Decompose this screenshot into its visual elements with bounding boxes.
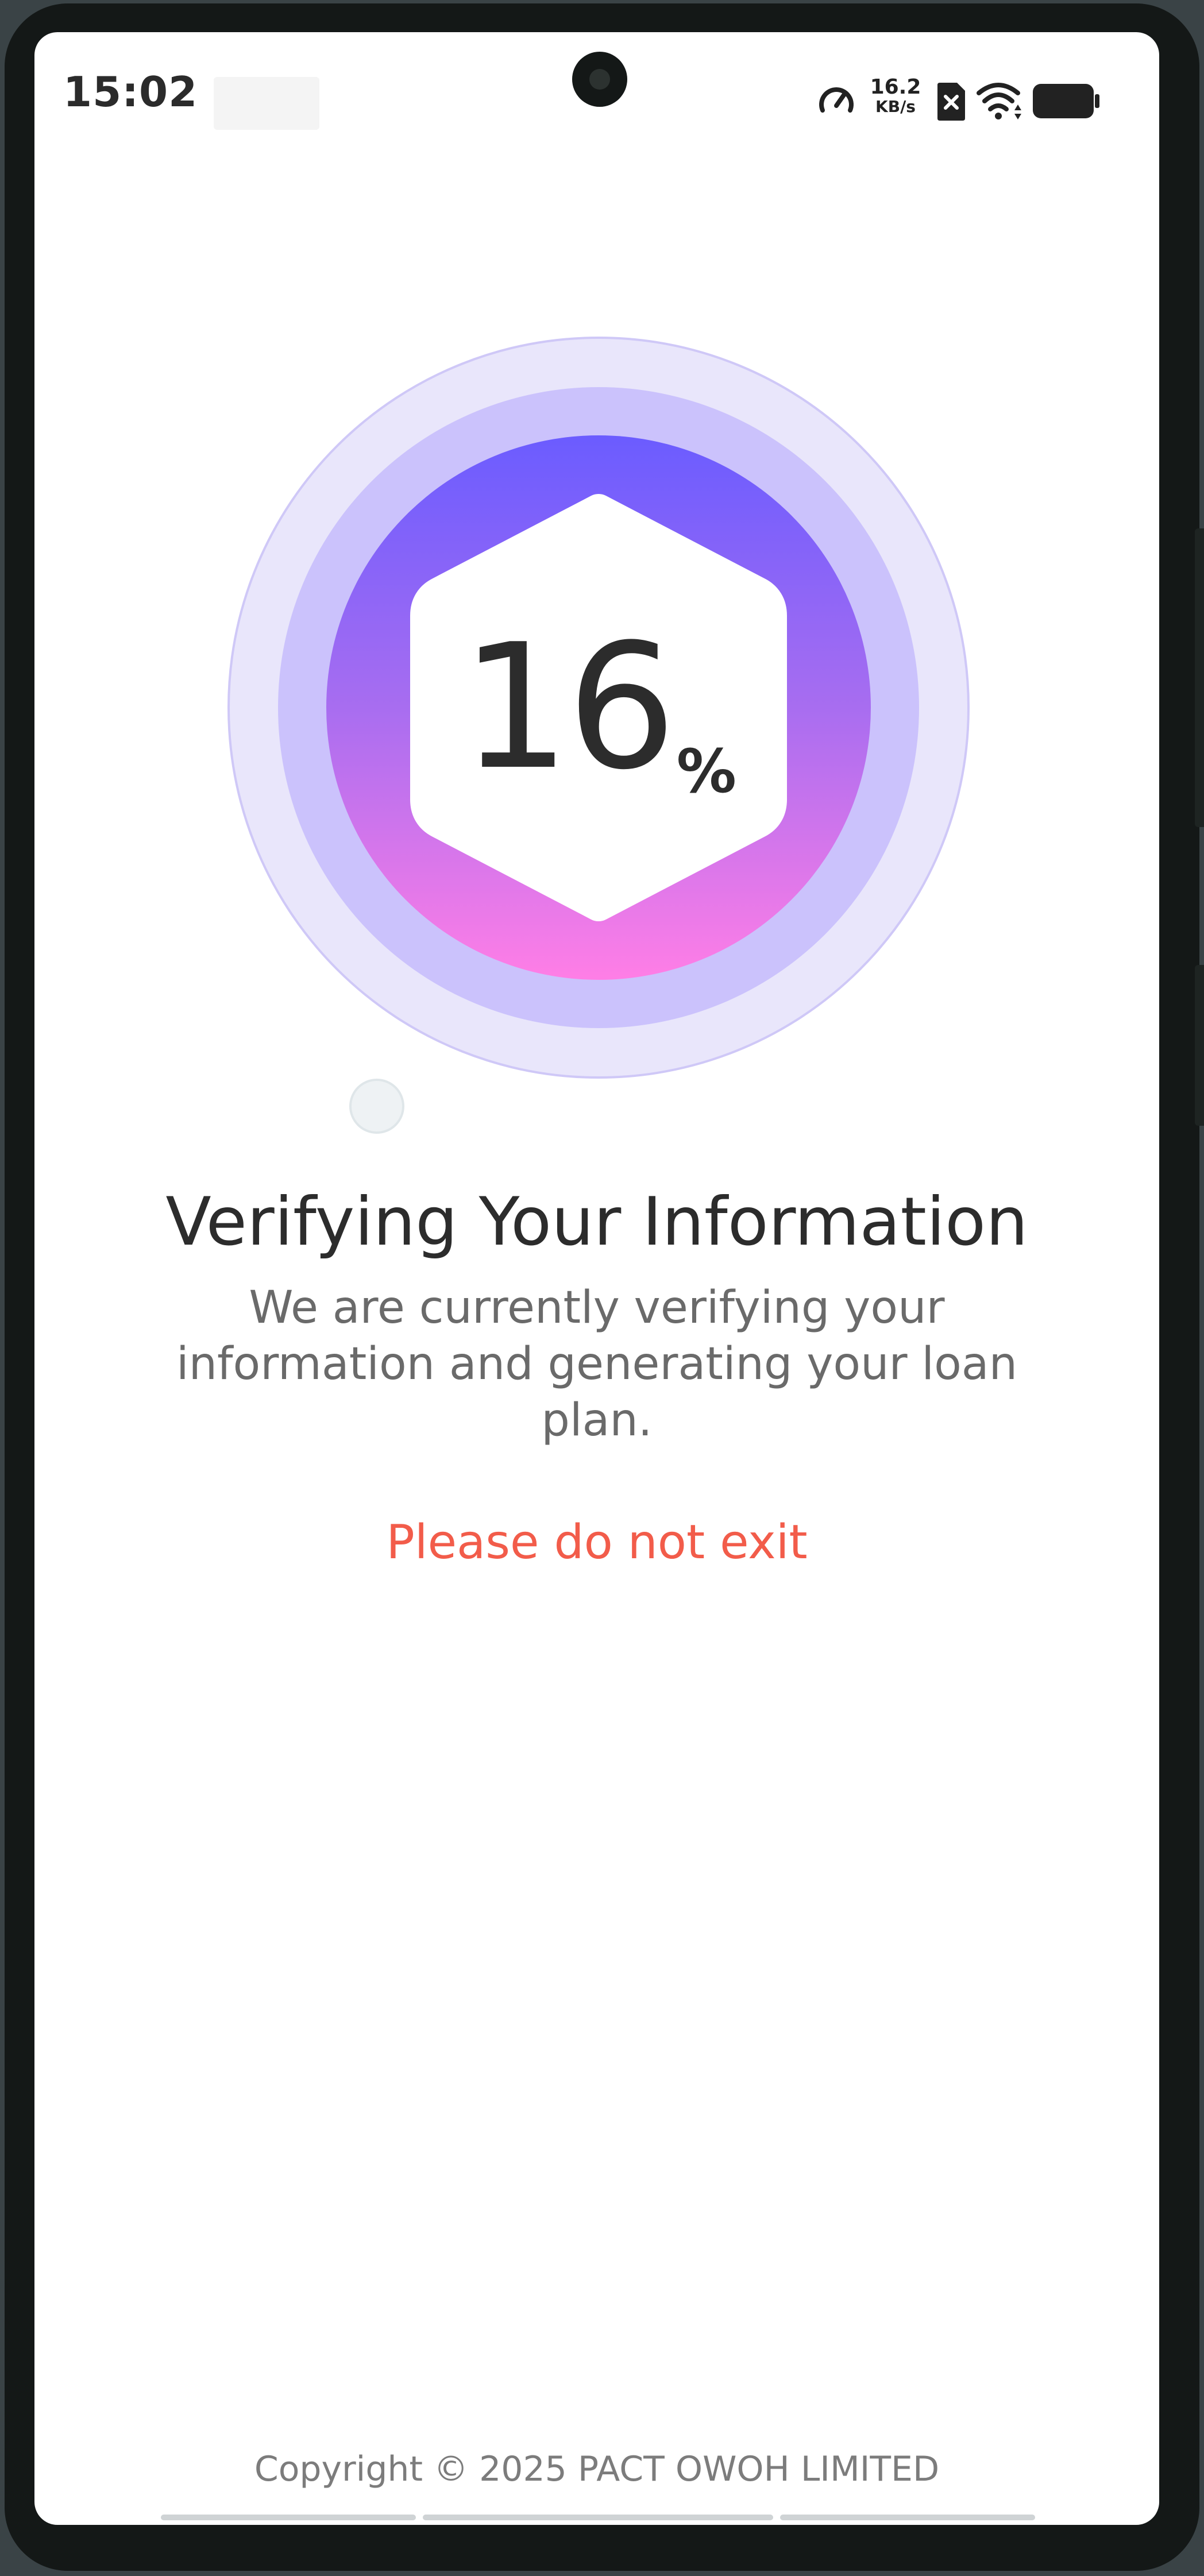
battery-icon [1033, 84, 1099, 118]
wifi-icon [977, 83, 1021, 119]
do-not-exit-warning: Please do not exit [386, 1515, 808, 1570]
progress-unit: % [676, 736, 736, 806]
progress-value: 16 [461, 607, 677, 808]
status-notification-area [214, 77, 319, 130]
verification-progress: 16 % [226, 335, 971, 1080]
copyright-notice: Copyright © 2025 PACT OWOH LIMITED [254, 2449, 940, 2489]
network-speed-unit: KB/s [875, 97, 916, 116]
progress-percentage: 16 % [226, 335, 971, 1080]
network-speed-value: 16.2 [870, 75, 921, 99]
page-title: Verifying Your Information [165, 1183, 1028, 1261]
sim-blocked-icon [937, 83, 965, 121]
gesture-bar-right [780, 2515, 1035, 2520]
status-time: 15:02 [63, 68, 198, 116]
gesture-bar-center[interactable] [423, 2515, 773, 2520]
floating-touch-indicator [349, 1079, 404, 1134]
network-speed: 16.2 KB/s [870, 77, 921, 115]
front-camera [572, 52, 627, 107]
gesture-bar-left [161, 2515, 416, 2520]
volume-key [1195, 528, 1204, 827]
speed-gauge-icon [819, 87, 854, 113]
verification-description: We are currently verifying your informat… [176, 1282, 1018, 1446]
power-key [1195, 965, 1204, 1126]
